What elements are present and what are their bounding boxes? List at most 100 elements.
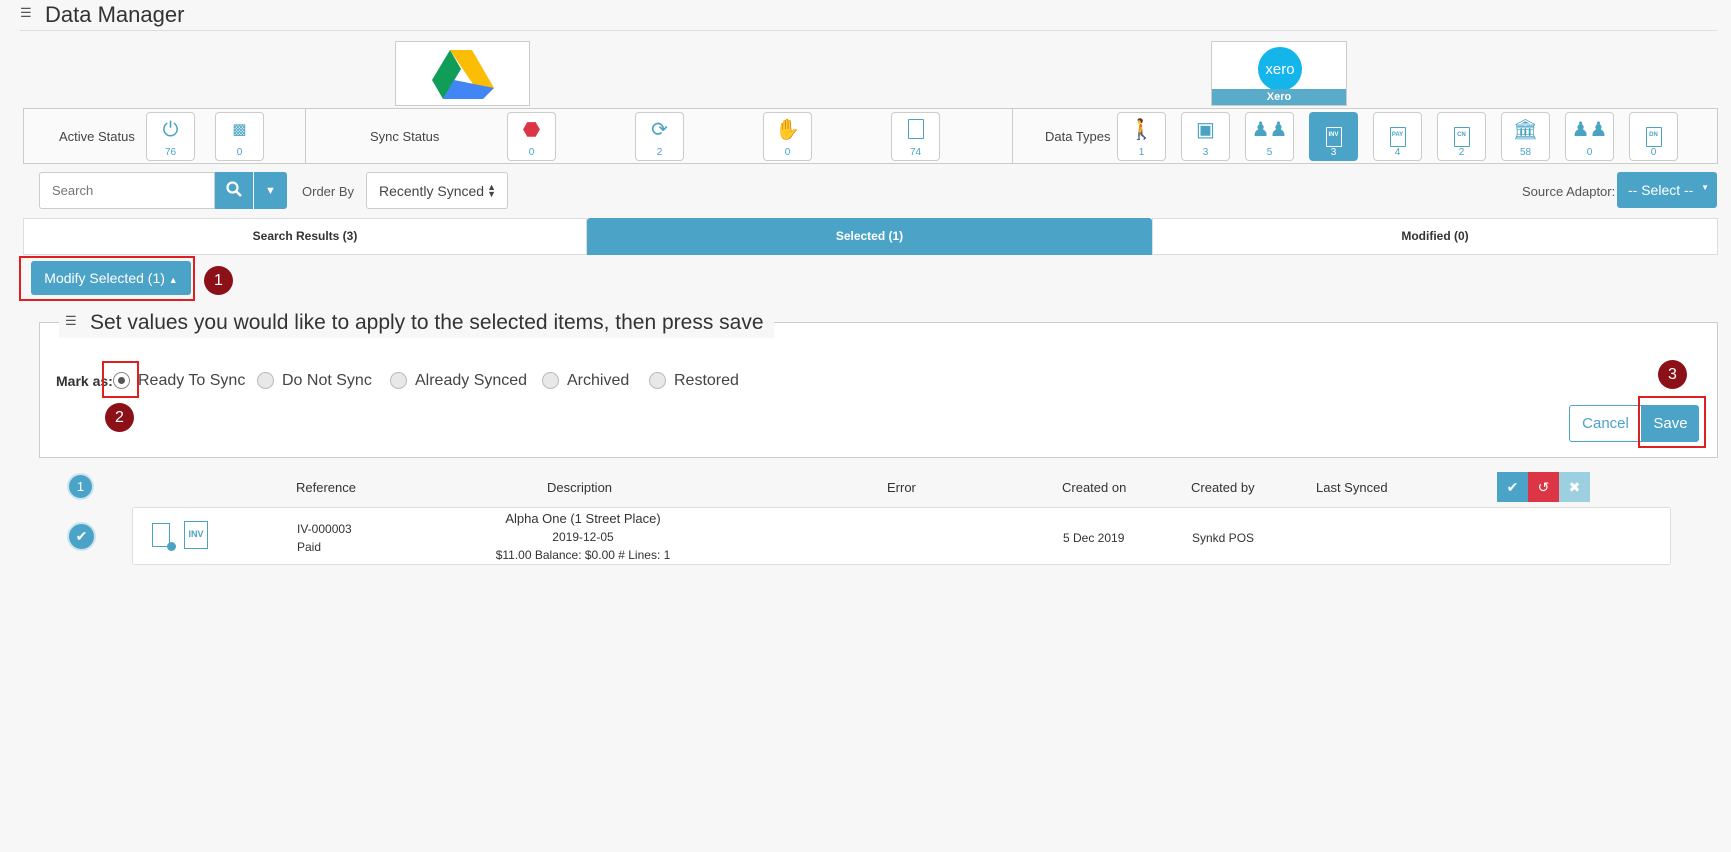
- clear-selection-button[interactable]: ✖: [1559, 472, 1590, 502]
- sync-status-tile-error[interactable]: ⬣ 0: [507, 112, 556, 161]
- data-type-tile-debit-note[interactable]: DN 0: [1629, 112, 1678, 161]
- data-type-tile-supplier[interactable]: 🚶 1: [1117, 112, 1166, 161]
- check-icon: ✔: [75, 528, 88, 544]
- order-by-select[interactable]: Recently Synced ▲ ▼: [366, 172, 508, 209]
- svg-text:xero: xero: [1265, 61, 1294, 78]
- column-header-reference[interactable]: Reference: [296, 480, 356, 495]
- data-type-tile-invoice[interactable]: INV 3: [1309, 112, 1358, 161]
- radio-label-archived[interactable]: Archived: [567, 372, 629, 390]
- modify-panel-legend: ☰ Set values you would like to apply to …: [59, 308, 774, 338]
- people-icon: ♟♟: [1571, 119, 1608, 141]
- search-input[interactable]: [39, 172, 215, 209]
- person-trolley-icon: 🚶: [1129, 119, 1154, 141]
- check-icon: ✔: [1506, 478, 1519, 495]
- archive-icon: ▩: [232, 121, 247, 138]
- data-type-tile-customer[interactable]: ♟♟ 5: [1245, 112, 1294, 161]
- radio-archived[interactable]: [542, 372, 559, 389]
- column-header-last-synced[interactable]: Last Synced: [1316, 480, 1388, 495]
- tab-search-results[interactable]: Search Results (3): [23, 218, 587, 255]
- sync-status-tile-pending[interactable]: ⟳ 2: [635, 112, 684, 161]
- radio-ready-to-sync[interactable]: [113, 372, 130, 389]
- tile-count: 58: [1519, 147, 1532, 158]
- data-type-tile-credit-note[interactable]: CN 2: [1437, 112, 1486, 161]
- clear-icon: ✖: [1568, 478, 1581, 495]
- google-drive-icon: [432, 50, 494, 99]
- radio-label-ready-to-sync[interactable]: Ready To Sync: [138, 372, 245, 390]
- people-icon: ♟♟: [1251, 119, 1288, 141]
- google-drive-logo[interactable]: [395, 41, 530, 106]
- data-type-tile-product[interactable]: ▣ 3: [1181, 112, 1230, 161]
- column-header-created-by[interactable]: Created by: [1191, 480, 1255, 495]
- radio-restored[interactable]: [649, 372, 666, 389]
- order-by-label: Order By: [302, 184, 355, 199]
- divider: [305, 109, 306, 163]
- tab-selected[interactable]: Selected (1): [587, 218, 1152, 255]
- database-icon: ☰: [20, 5, 32, 20]
- row-selected-check[interactable]: ✔: [67, 522, 96, 551]
- debit-note-icon: DN: [1630, 119, 1677, 147]
- source-adaptor-value: -- Select --: [1628, 182, 1694, 198]
- row-reference: IV-000003: [297, 522, 352, 536]
- modify-selected-button[interactable]: Modify Selected (1) ▲: [31, 261, 191, 295]
- radio-label-do-not-sync[interactable]: Do Not Sync: [282, 372, 372, 390]
- data-types-label: Data Types: [1045, 129, 1111, 144]
- invoice-icon: INV: [184, 521, 208, 549]
- xero-label: Xero: [1212, 89, 1346, 105]
- column-header-created-on[interactable]: Created on: [1062, 480, 1126, 495]
- radio-already-synced[interactable]: [390, 372, 407, 389]
- sync-status-label: Sync Status: [370, 129, 440, 144]
- active-status-tile-archived[interactable]: ▩ 0: [215, 112, 264, 161]
- data-type-tile-contacts[interactable]: ♟♟ 0: [1565, 112, 1614, 161]
- title-bar: ☰ Data Manager: [20, 0, 1717, 31]
- search-options-button[interactable]: ▼: [254, 172, 287, 209]
- tile-count: 3: [1202, 147, 1209, 158]
- divider: [1012, 109, 1013, 163]
- reset-button[interactable]: ↺: [1528, 472, 1559, 502]
- caret-down-icon: ▼: [1701, 183, 1709, 192]
- database-icon: ☰: [65, 313, 77, 328]
- tile-count: 5: [1266, 147, 1273, 158]
- radio-label-restored[interactable]: Restored: [674, 372, 739, 390]
- tile-count: 3: [1330, 147, 1337, 158]
- row-created-on: 5 Dec 2019: [1063, 531, 1125, 545]
- bank-icon: 🏛: [1512, 119, 1539, 141]
- tile-count: 74: [909, 147, 922, 158]
- search-button[interactable]: [215, 172, 253, 209]
- sync-status-tile-blocked[interactable]: ✋ 0: [763, 112, 812, 161]
- tab-modified[interactable]: Modified (0): [1152, 218, 1718, 255]
- source-adaptor-dropdown[interactable]: -- Select -- ▼: [1617, 172, 1717, 208]
- tile-count: 0: [236, 147, 243, 158]
- cancel-button[interactable]: Cancel: [1569, 405, 1642, 442]
- row-description-date: 2019-12-05: [552, 530, 614, 544]
- tile-count: 1: [1138, 147, 1145, 158]
- box-icon: ▣: [1196, 119, 1215, 141]
- column-header-description[interactable]: Description: [547, 480, 612, 495]
- row-description-amounts: $11.00 Balance: $0.00 # Lines: 1: [495, 548, 671, 562]
- data-type-tile-payment[interactable]: PAY 4: [1373, 112, 1422, 161]
- row-status: Paid: [297, 540, 322, 554]
- doc-synced-icon: [152, 523, 176, 551]
- select-all-button[interactable]: ✔: [1497, 472, 1528, 502]
- sync-status-tile-synced[interactable]: 74: [891, 112, 940, 161]
- xero-icon: xero: [1258, 47, 1302, 91]
- tile-count: 2: [656, 147, 663, 158]
- tile-count: 4: [1394, 147, 1401, 158]
- step-marker-3: 3: [1658, 360, 1687, 389]
- order-by-value: Recently Synced: [379, 183, 485, 199]
- status-filter-strip: Active Status ⏻ 76 ▩ 0 Sync Status ⬣ 0 ⟳…: [23, 108, 1718, 164]
- error-icon: ⬣: [522, 119, 541, 141]
- undo-icon: ↺: [1537, 478, 1550, 495]
- data-type-tile-bank[interactable]: 🏛 58: [1501, 112, 1550, 161]
- xero-logo[interactable]: xero Xero: [1211, 41, 1347, 106]
- source-adaptor-label: Source Adaptor:: [1522, 184, 1616, 199]
- caret-down-icon: ▼: [265, 184, 276, 197]
- radio-do-not-sync[interactable]: [257, 372, 274, 389]
- active-status-tile-active[interactable]: ⏻ 76: [146, 112, 195, 161]
- column-header-error[interactable]: Error: [887, 480, 916, 495]
- refresh-icon: ⟳: [651, 119, 668, 141]
- modify-panel: [39, 322, 1718, 458]
- doc-synced-icon: [892, 119, 939, 144]
- table-row[interactable]: INV IV-000003 Paid Alpha One (1 Street P…: [132, 507, 1671, 565]
- tile-count: 2: [1458, 147, 1465, 158]
- radio-label-already-synced[interactable]: Already Synced: [415, 372, 527, 390]
